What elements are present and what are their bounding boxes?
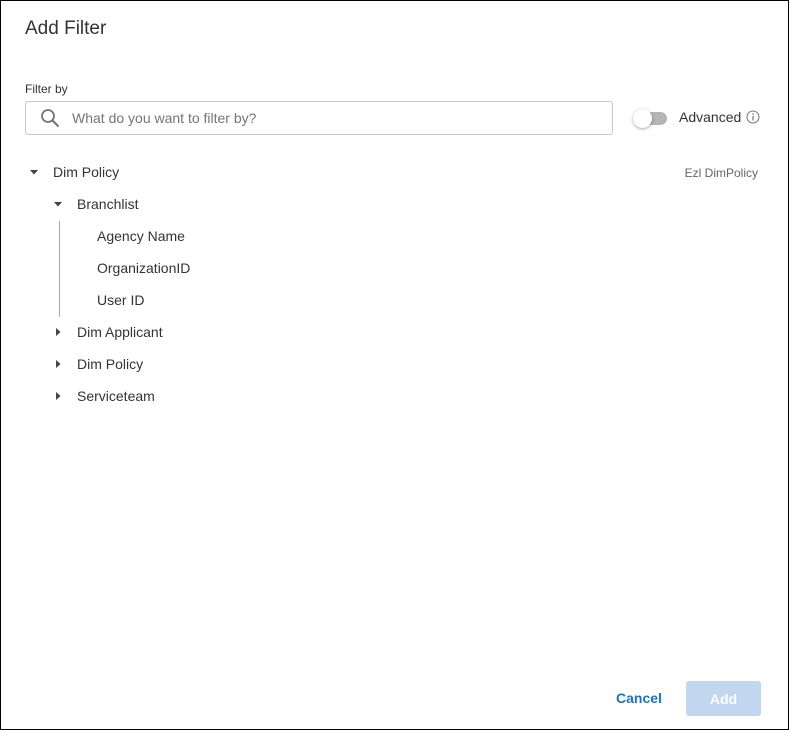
add-button[interactable]: Add — [686, 681, 761, 716]
tree-node-dim-policy[interactable]: Dim Policy — [53, 354, 143, 374]
tree-leaf-agency-name[interactable]: Agency Name — [97, 226, 185, 246]
tree-node-serviceteam[interactable]: Serviceteam — [53, 386, 155, 406]
tree-node-root[interactable]: Dim Policy — [29, 162, 119, 182]
tree-node-label: Serviceteam — [77, 388, 155, 404]
tree-guide-line — [59, 221, 60, 317]
filter-by-label: Filter by — [25, 82, 68, 96]
caret-right-icon[interactable] — [53, 359, 63, 369]
advanced-toggle[interactable] — [633, 109, 669, 128]
caret-down-icon[interactable] — [53, 199, 63, 209]
tree-node-label: Dim Applicant — [77, 324, 163, 340]
tree-node-branchlist[interactable]: Branchlist — [53, 194, 138, 214]
add-filter-dialog: Add Filter Filter by Advanced Dim Policy… — [0, 0, 789, 730]
tree-node-dim-applicant[interactable]: Dim Applicant — [53, 322, 163, 342]
caret-right-icon[interactable] — [53, 391, 63, 401]
caret-down-icon[interactable] — [29, 167, 39, 177]
caret-right-icon[interactable] — [53, 327, 63, 337]
tree-leaf-label: User ID — [97, 292, 145, 308]
advanced-label: Advanced — [679, 109, 742, 125]
cancel-button[interactable]: Cancel — [607, 681, 671, 715]
tree-leaf-user-id[interactable]: User ID — [97, 290, 144, 310]
tree-leaf-label: OrganizationID — [97, 260, 191, 276]
source-table-label: Ezl DimPolicy — [684, 166, 758, 180]
info-icon[interactable] — [746, 110, 760, 124]
tree-leaf-label: Agency Name — [97, 228, 185, 244]
toggle-knob — [633, 109, 652, 128]
search-icon — [40, 108, 60, 128]
tree-node-label: Branchlist — [77, 196, 139, 212]
search-input[interactable] — [70, 109, 594, 127]
tree-node-label: Dim Policy — [77, 356, 144, 372]
tree-leaf-organizationid[interactable]: OrganizationID — [97, 258, 190, 278]
search-field[interactable] — [25, 101, 613, 135]
tree-node-label: Dim Policy — [53, 164, 120, 180]
dialog-title: Add Filter — [25, 18, 107, 39]
